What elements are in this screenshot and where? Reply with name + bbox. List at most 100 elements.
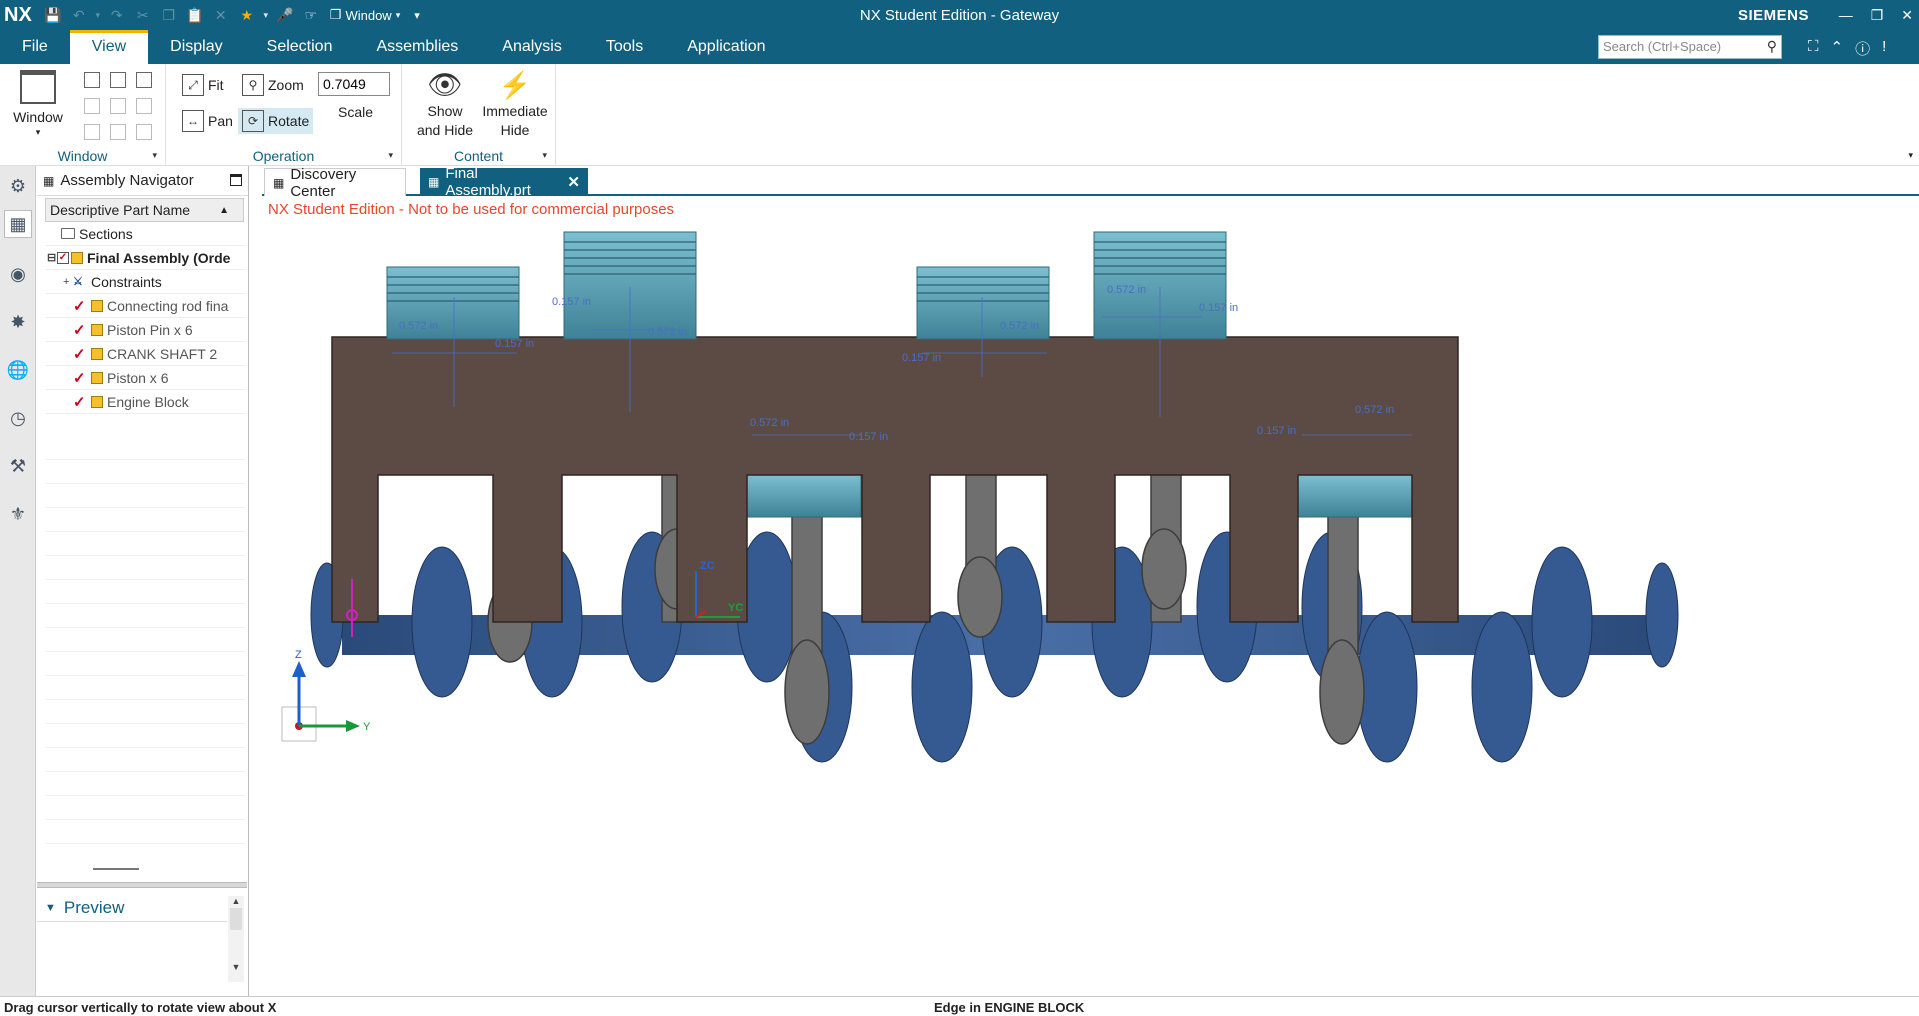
search-icon[interactable]: ⚲ xyxy=(1767,38,1777,55)
alert-icon[interactable]: ! xyxy=(1882,38,1886,59)
layout-three-left-icon[interactable] xyxy=(110,98,126,114)
preview-scrollbar[interactable]: ▲ ▼ xyxy=(228,896,244,982)
gear-icon[interactable]: ⚙ xyxy=(4,172,32,200)
piston-lower[interactable] xyxy=(746,474,862,518)
close-tab-icon[interactable]: ✕ xyxy=(567,173,580,191)
fullscreen-icon[interactable]: ⛶ xyxy=(1808,38,1819,59)
preview-header[interactable]: ▼ Preview xyxy=(37,894,227,922)
nx-logo[interactable]: NX xyxy=(0,4,40,27)
dimension-label[interactable]: 0.157 in xyxy=(849,431,888,443)
redo-icon[interactable]: ↷ xyxy=(104,0,130,30)
group-dropdown-icon[interactable]: ▾ xyxy=(542,150,547,161)
zoom-button[interactable]: ⚲ Zoom xyxy=(238,72,308,98)
rotate-button[interactable]: ⟳ Rotate xyxy=(238,108,314,134)
scale-input[interactable] xyxy=(318,72,390,96)
search-input[interactable]: Search (Ctrl+Space) ⚲ xyxy=(1598,35,1782,59)
dimension-label[interactable]: 0.572 in xyxy=(1355,404,1394,416)
group-dropdown-icon[interactable]: ▾ xyxy=(152,150,157,161)
tree-item-final-assembly[interactable]: ⊟ ✓ Final Assembly (Orde xyxy=(45,246,245,270)
layout-three-top-icon[interactable] xyxy=(110,124,126,140)
dropdown-icon[interactable]: ▾ xyxy=(260,0,272,30)
tree-item-piston[interactable]: ✓ Piston x 6 xyxy=(45,366,245,390)
layout-single-icon[interactable] xyxy=(84,72,100,88)
dimension-label[interactable]: 0.157 in xyxy=(902,352,941,364)
layout-six-icon[interactable] xyxy=(84,124,100,140)
checkmark-icon[interactable]: ✓ xyxy=(73,321,87,339)
assembly-navigator-icon[interactable]: ▦ xyxy=(4,210,32,238)
layout-three-right-icon[interactable] xyxy=(136,98,152,114)
tab-discovery-center[interactable]: ▦ Discovery Center xyxy=(264,166,406,200)
horizontal-scrollbar[interactable] xyxy=(93,868,139,870)
undo-icon[interactable]: ↶ xyxy=(66,0,92,30)
history-icon[interactable]: ◷ xyxy=(4,404,32,432)
window-menu-button[interactable]: ❐ Window ▾ ▾ xyxy=(330,7,420,23)
tree-item-engine-block[interactable]: ✓ Engine Block xyxy=(45,390,245,414)
scroll-up-icon[interactable]: ▲ xyxy=(228,896,244,906)
menu-tools[interactable]: Tools xyxy=(584,30,665,64)
undo-dropdown-icon[interactable]: ▾ xyxy=(92,0,104,30)
dimension-label[interactable]: 0.572 in xyxy=(648,326,687,338)
copy-icon[interactable]: ❐ xyxy=(156,0,182,30)
dimension-label[interactable]: 0.572 in xyxy=(399,320,438,332)
menu-selection[interactable]: Selection xyxy=(245,30,355,64)
close-icon[interactable]: ✕ xyxy=(1901,7,1913,24)
scroll-down-icon[interactable]: ▼ xyxy=(228,962,244,972)
window-button[interactable]: Window ▾ xyxy=(10,70,66,137)
favorite-star-icon[interactable]: ★ xyxy=(234,0,260,30)
expand-icon[interactable]: + xyxy=(63,276,73,288)
tree-item-constraints[interactable]: + ⚔ Constraints xyxy=(45,270,245,294)
restore-icon[interactable]: ❐ xyxy=(1871,7,1884,24)
layout-split-vertical-icon[interactable] xyxy=(110,72,126,88)
menu-assemblies[interactable]: Assemblies xyxy=(354,30,480,64)
sort-ascending-icon[interactable]: ▲ xyxy=(219,205,229,216)
immediate-hide-button[interactable]: ⚡ Immediate Hide xyxy=(480,68,550,140)
dimension-label[interactable]: 0.572 in xyxy=(1000,320,1039,332)
tree-item-sections[interactable]: Sections xyxy=(45,222,245,246)
ribbon-options-icon[interactable]: ▾ xyxy=(1908,150,1913,161)
part-navigator-icon[interactable]: ◉ xyxy=(4,260,32,288)
menu-analysis[interactable]: Analysis xyxy=(480,30,584,64)
touch-mode-icon[interactable]: ☞ xyxy=(298,0,324,30)
layout-four-icon[interactable] xyxy=(84,98,100,114)
dimension-label[interactable]: 0.157 in xyxy=(495,338,534,350)
checkmark-icon[interactable]: ✓ xyxy=(73,369,87,387)
checkbox-checked-icon[interactable]: ✓ xyxy=(57,251,69,264)
collapse-ribbon-icon[interactable]: ⌃ xyxy=(1831,38,1844,59)
fit-button[interactable]: ⤢ Fit xyxy=(178,72,228,98)
dimension-label[interactable]: 0.157 in xyxy=(1199,302,1238,314)
engine-model[interactable]: 0.572 in 0.157 in 0.157 in 0.572 in 0.15… xyxy=(262,197,1919,997)
checkmark-icon[interactable]: ✓ xyxy=(73,297,87,315)
menu-display[interactable]: Display xyxy=(148,30,244,64)
graphics-window[interactable]: NX Student Edition - Not to be used for … xyxy=(262,197,1919,997)
constraint-navigator-icon[interactable]: ✸ xyxy=(4,308,32,336)
cut-icon[interactable]: ✂ xyxy=(130,0,156,30)
collapse-icon[interactable]: ⊟ xyxy=(47,251,57,264)
show-and-hide-button[interactable]: 👁 Show and Hide xyxy=(410,68,480,140)
layout-nine-icon[interactable] xyxy=(136,124,152,140)
scroll-thumb[interactable] xyxy=(230,908,242,930)
dimension-label[interactable]: 0.157 in xyxy=(1257,425,1296,437)
navigator-pin-icon[interactable]: ▦ xyxy=(43,174,54,188)
role-icon[interactable]: ⚜ xyxy=(4,500,32,528)
dimension-label[interactable]: 0.572 in xyxy=(750,417,789,429)
tab-final-assembly[interactable]: ▦ Final Assembly.prt ✕ xyxy=(420,165,588,199)
panel-splitter[interactable] xyxy=(37,882,247,888)
menu-application[interactable]: Application xyxy=(665,30,787,64)
delete-icon[interactable]: ✕ xyxy=(208,0,234,30)
minimize-icon[interactable]: — xyxy=(1839,7,1853,24)
paste-icon[interactable]: 📋 xyxy=(182,0,208,30)
web-browser-icon[interactable]: 🌐 xyxy=(4,356,32,384)
group-dropdown-icon[interactable]: ▾ xyxy=(388,150,393,161)
layout-split-horizontal-icon[interactable] xyxy=(136,72,152,88)
menu-file[interactable]: File xyxy=(0,30,70,64)
reuse-library-icon[interactable]: ⚒ xyxy=(4,452,32,480)
engine-block[interactable] xyxy=(331,336,1459,623)
piston-lower[interactable] xyxy=(1297,474,1413,518)
tree-item-crank-shaft[interactable]: ✓ CRANK SHAFT 2 xyxy=(45,342,245,366)
column-header-descriptive-part-name[interactable]: Descriptive Part Name ▲ xyxy=(45,198,244,222)
dimension-label[interactable]: 0.157 in xyxy=(552,296,591,308)
checkmark-icon[interactable]: ✓ xyxy=(73,345,87,363)
tree-item-piston-pin[interactable]: ✓ Piston Pin x 6 xyxy=(45,318,245,342)
maximize-icon[interactable] xyxy=(230,174,242,186)
tree-item-connecting-rod[interactable]: ✓ Connecting rod fina xyxy=(45,294,245,318)
